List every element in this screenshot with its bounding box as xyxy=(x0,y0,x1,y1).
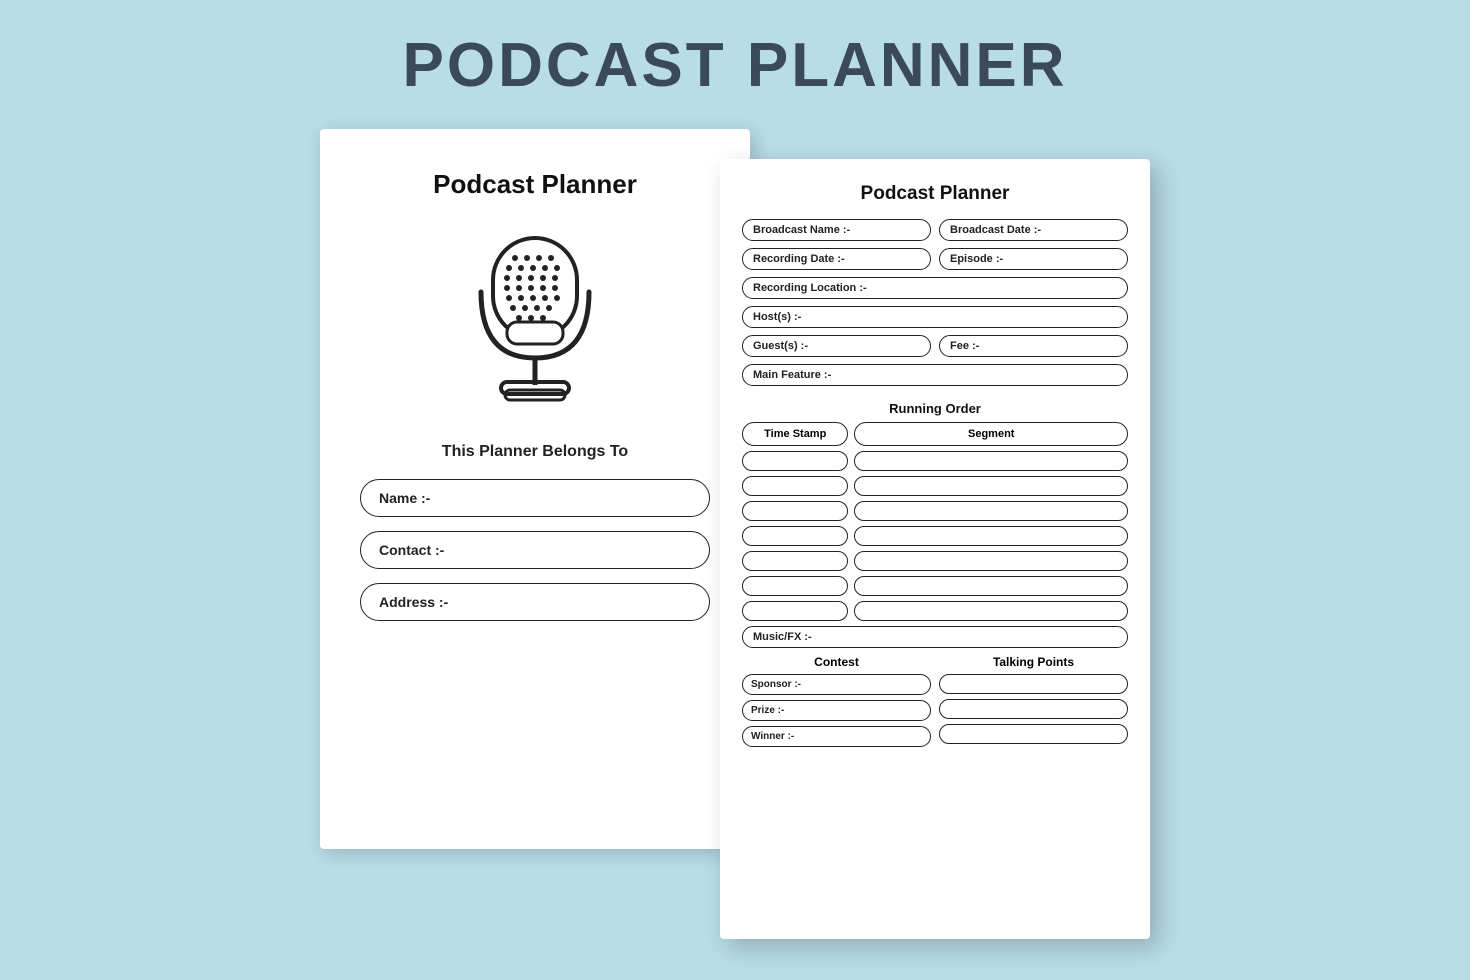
cover-page: Podcast Planner xyxy=(320,129,750,849)
timestamp-cell-7[interactable] xyxy=(742,601,848,621)
address-label: Address :- xyxy=(379,594,448,610)
winner-field[interactable]: Winner :- xyxy=(742,726,931,747)
running-order-row-3 xyxy=(742,501,1128,521)
recording-date-field[interactable]: Recording Date :- xyxy=(742,248,931,270)
running-order-row-7 xyxy=(742,601,1128,621)
fee-label: Fee :- xyxy=(950,340,979,352)
talking-point-2[interactable] xyxy=(939,699,1128,719)
segment-cell-6[interactable] xyxy=(854,576,1128,596)
timestamp-cell-2[interactable] xyxy=(742,476,848,496)
contest-talking-row: Contest Sponsor :- Prize :- Winner :- Ta… xyxy=(742,655,1128,752)
belongs-to-label: This Planner Belongs To xyxy=(442,443,628,461)
inner-page: Podcast Planner Broadcast Name :- Broadc… xyxy=(720,159,1150,939)
sponsor-field[interactable]: Sponsor :- xyxy=(742,674,931,695)
segment-cell-7[interactable] xyxy=(854,601,1128,621)
segment-cell-2[interactable] xyxy=(854,476,1128,496)
page-title: PODCAST PLANNER xyxy=(402,30,1067,101)
segment-cell-5[interactable] xyxy=(854,551,1128,571)
music-fx-field[interactable]: Music/FX :- xyxy=(742,626,1128,648)
guest-row: Guest(s) :- Fee :- xyxy=(742,335,1128,357)
host-label: Host(s) :- xyxy=(753,311,801,323)
name-label: Name :- xyxy=(379,490,430,506)
running-order-row-5 xyxy=(742,551,1128,571)
recording-date-row: Recording Date :- Episode :- xyxy=(742,248,1128,270)
main-feature-row: Main Feature :- xyxy=(742,364,1128,386)
microphone-icon xyxy=(455,230,615,415)
timestamp-cell-3[interactable] xyxy=(742,501,848,521)
running-order-row-2 xyxy=(742,476,1128,496)
broadcast-name-field[interactable]: Broadcast Name :- xyxy=(742,219,931,241)
broadcast-date-label: Broadcast Date :- xyxy=(950,224,1041,236)
pages-container: Podcast Planner xyxy=(85,129,1385,939)
guest-field[interactable]: Guest(s) :- xyxy=(742,335,931,357)
guest-label: Guest(s) :- xyxy=(753,340,808,352)
timestamp-cell-1[interactable] xyxy=(742,451,848,471)
timestamp-header: Time Stamp xyxy=(742,422,848,446)
main-feature-label: Main Feature :- xyxy=(753,369,831,381)
inner-page-title: Podcast Planner xyxy=(742,183,1128,205)
segment-cell-4[interactable] xyxy=(854,526,1128,546)
talking-points-header: Talking Points xyxy=(939,655,1128,669)
broadcast-name-row: Broadcast Name :- Broadcast Date :- xyxy=(742,219,1128,241)
running-order-header: Running Order xyxy=(742,401,1128,416)
timestamp-cell-6[interactable] xyxy=(742,576,848,596)
host-row: Host(s) :- xyxy=(742,306,1128,328)
contact-label: Contact :- xyxy=(379,542,444,558)
recording-location-field[interactable]: Recording Location :- xyxy=(742,277,1128,299)
contest-column: Contest Sponsor :- Prize :- Winner :- xyxy=(742,655,931,752)
music-fx-label: Music/FX :- xyxy=(753,631,812,643)
talking-point-3[interactable] xyxy=(939,724,1128,744)
fee-field[interactable]: Fee :- xyxy=(939,335,1128,357)
recording-location-row: Recording Location :- xyxy=(742,277,1128,299)
recording-location-label: Recording Location :- xyxy=(753,282,867,294)
cover-title: Podcast Planner xyxy=(433,169,637,200)
broadcast-name-label: Broadcast Name :- xyxy=(753,224,850,236)
prize-label: Prize :- xyxy=(751,705,784,716)
contact-field[interactable]: Contact :- xyxy=(360,531,710,569)
talking-point-1[interactable] xyxy=(939,674,1128,694)
timestamp-cell-5[interactable] xyxy=(742,551,848,571)
running-order-row-4 xyxy=(742,526,1128,546)
name-field[interactable]: Name :- xyxy=(360,479,710,517)
host-field[interactable]: Host(s) :- xyxy=(742,306,1128,328)
running-order-col-headers: Time Stamp Segment xyxy=(742,422,1128,446)
running-order-row-1 xyxy=(742,451,1128,471)
main-feature-field[interactable]: Main Feature :- xyxy=(742,364,1128,386)
address-field[interactable]: Address :- xyxy=(360,583,710,621)
episode-label: Episode :- xyxy=(950,253,1003,265)
music-fx-row: Music/FX :- xyxy=(742,626,1128,648)
sponsor-label: Sponsor :- xyxy=(751,679,801,690)
recording-date-label: Recording Date :- xyxy=(753,253,845,265)
winner-label: Winner :- xyxy=(751,731,794,742)
contest-header: Contest xyxy=(742,655,931,669)
episode-field[interactable]: Episode :- xyxy=(939,248,1128,270)
running-order-row-6 xyxy=(742,576,1128,596)
segment-cell-3[interactable] xyxy=(854,501,1128,521)
talking-points-column: Talking Points xyxy=(939,655,1128,752)
segment-cell-1[interactable] xyxy=(854,451,1128,471)
timestamp-cell-4[interactable] xyxy=(742,526,848,546)
broadcast-date-field[interactable]: Broadcast Date :- xyxy=(939,219,1128,241)
prize-field[interactable]: Prize :- xyxy=(742,700,931,721)
segment-header: Segment xyxy=(854,422,1128,446)
